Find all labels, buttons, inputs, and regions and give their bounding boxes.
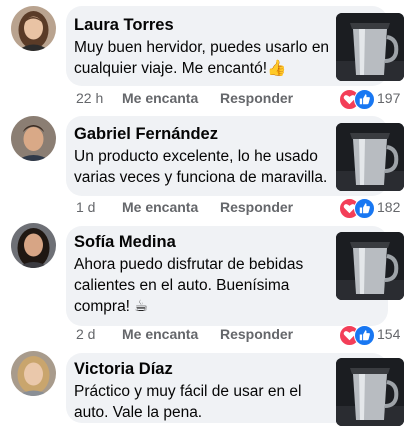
comment-text: Práctico y muy fácil de usar en el auto.… <box>74 383 302 421</box>
comment-text: Ahora puedo disfrutar de bebidas calient… <box>74 256 304 315</box>
love-button[interactable]: Me encanta <box>122 326 220 342</box>
avatar[interactable] <box>11 6 56 51</box>
comment-text: Muy buen hervidor, puedes usarlo en cual… <box>74 39 330 77</box>
comment: Gabriel Fernández Un producto excelente,… <box>0 113 416 223</box>
avatar[interactable] <box>11 351 56 396</box>
comment: Victoria Díaz Práctico y muy fácil de us… <box>0 348 416 426</box>
love-button[interactable]: Me encanta <box>122 199 220 215</box>
comment: Sofía Medina Ahora puedo disfrutar de be… <box>0 223 416 348</box>
comment-meta: 22 h Me encanta Responder <box>76 90 293 108</box>
thumbs-up-icon <box>354 198 375 219</box>
reply-button[interactable]: Responder <box>220 199 293 215</box>
product-thumbnail[interactable] <box>336 123 404 191</box>
timestamp[interactable]: 22 h <box>76 90 122 106</box>
product-thumbnail[interactable] <box>336 232 404 300</box>
reply-button[interactable]: Responder <box>220 90 293 106</box>
love-button[interactable]: Me encanta <box>122 90 220 106</box>
commenter-name[interactable]: Sofía Medina <box>74 233 176 252</box>
timestamp[interactable]: 2 d <box>76 326 122 342</box>
commenter-name[interactable]: Laura Torres <box>74 16 174 35</box>
comment-text: Un producto excelente, lo he usado varia… <box>74 148 328 186</box>
reaction-count: 154 <box>377 326 401 342</box>
comment-meta: 1 d Me encanta Responder <box>76 199 293 217</box>
comment: Laura Torres Muy buen hervidor, puedes u… <box>0 0 416 113</box>
avatar[interactable] <box>11 116 56 161</box>
product-thumbnail[interactable] <box>336 13 404 81</box>
reply-button[interactable]: Responder <box>220 326 293 342</box>
thumbs-up-icon <box>354 89 375 110</box>
reaction-count: 197 <box>377 90 401 106</box>
comment-meta: 2 d Me encanta Responder <box>76 326 293 344</box>
avatar[interactable] <box>11 223 56 268</box>
commenter-name[interactable]: Victoria Díaz <box>74 360 173 379</box>
commenter-name[interactable]: Gabriel Fernández <box>74 125 218 144</box>
thumbs-up-icon <box>354 325 375 346</box>
reaction-count: 182 <box>377 199 401 215</box>
timestamp[interactable]: 1 d <box>76 199 122 215</box>
